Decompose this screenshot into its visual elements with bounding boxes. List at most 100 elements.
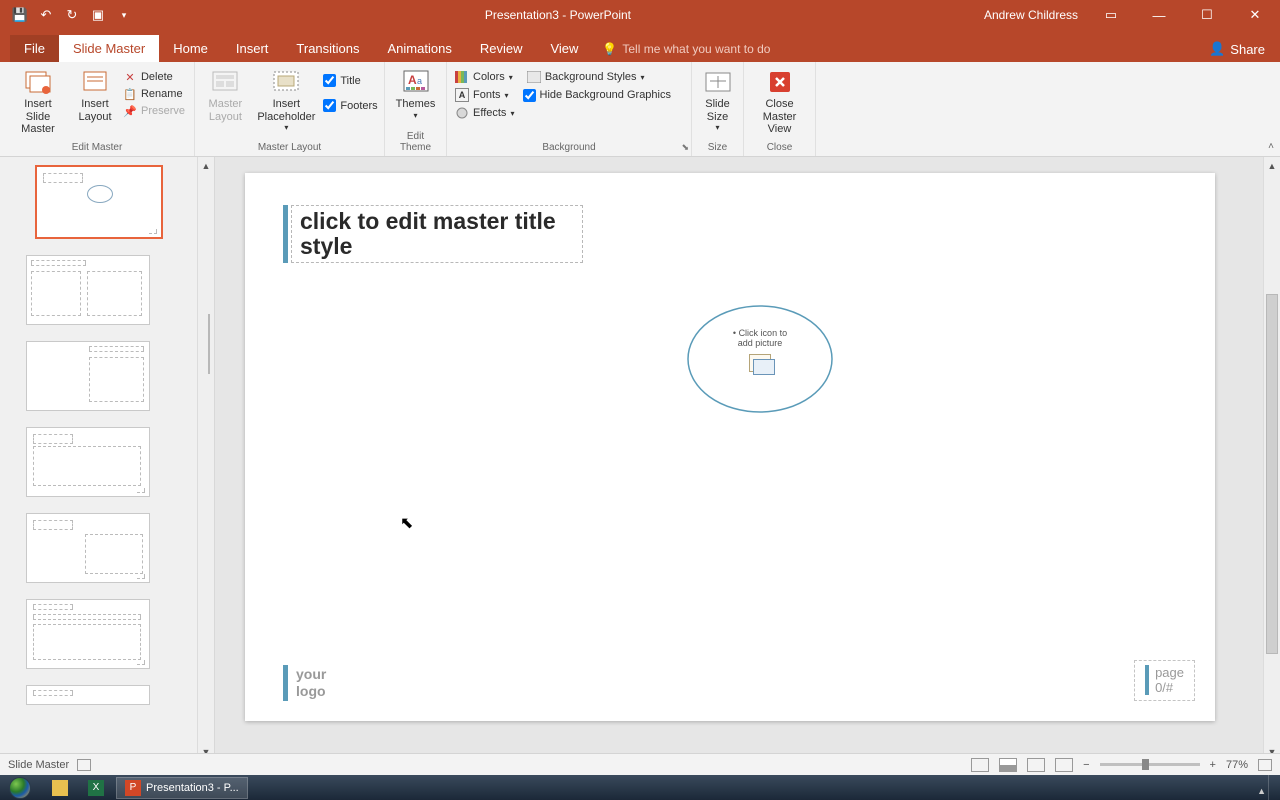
themes-button[interactable]: Aa Themes▾ (391, 66, 441, 122)
slide-sorter-view-icon[interactable] (999, 758, 1017, 772)
scroll-up-icon[interactable]: ▲ (198, 157, 214, 174)
taskbar-excel[interactable]: X (80, 777, 112, 799)
group-label-edit-master: Edit Master (8, 140, 186, 156)
insert-layout-button[interactable]: Insert Layout (73, 66, 117, 125)
ribbon-display-options-icon[interactable]: ▭ (1096, 0, 1126, 30)
insert-placeholder-icon (270, 68, 302, 96)
start-button[interactable] (0, 775, 40, 800)
reading-view-icon[interactable] (1027, 758, 1045, 772)
tab-file[interactable]: File (10, 35, 59, 62)
slide-master-thumbnail[interactable] (35, 165, 163, 239)
tab-animations[interactable]: Animations (374, 35, 466, 62)
page-number-placeholder[interactable]: page0/# (1134, 660, 1195, 701)
tab-review[interactable]: Review (466, 35, 537, 62)
powerpoint-icon: P (125, 780, 141, 796)
background-styles-icon (527, 70, 541, 84)
show-desktop-button[interactable] (1268, 775, 1280, 800)
collapse-ribbon-icon[interactable]: ˄ (1268, 141, 1274, 152)
layout-thumbnail[interactable] (26, 341, 150, 411)
svg-text:A: A (408, 73, 417, 87)
insert-placeholder-button[interactable]: Insert Placeholder▾ (255, 66, 317, 134)
page-accent-bar (1145, 665, 1149, 695)
preserve-button[interactable]: 📌Preserve (123, 104, 185, 118)
logo-placeholder[interactable]: yourlogo (283, 665, 326, 701)
background-launcher-icon[interactable]: ⬊ (681, 142, 689, 153)
scroll-thumb[interactable] (1266, 294, 1278, 654)
themes-icon: Aa (400, 68, 432, 96)
tell-me-search[interactable]: 💡 Tell me what you want to do (592, 36, 780, 62)
rename-button[interactable]: 📋Rename (123, 87, 185, 101)
zoom-level[interactable]: 77% (1226, 759, 1248, 771)
picture-placeholder[interactable]: • Click icon to add picture (685, 303, 835, 415)
zoom-in-icon[interactable]: + (1210, 759, 1216, 771)
slide-master-canvas[interactable]: click to edit master title style • Click… (245, 173, 1215, 721)
notes-icon[interactable] (77, 759, 91, 771)
group-label-master-layout: Master Layout (203, 140, 376, 156)
slide-canvas-area[interactable]: click to edit master title style • Click… (215, 157, 1280, 760)
lightbulb-icon: 💡 (602, 42, 617, 56)
footers-checkbox[interactable]: Footers (323, 99, 377, 112)
slide-size-button[interactable]: Slide Size▾ (697, 66, 739, 134)
close-master-view-icon (764, 68, 796, 96)
thumbnail-scrollbar[interactable]: ▲ ▼ (197, 157, 214, 760)
tab-home[interactable]: Home (159, 35, 222, 62)
start-from-beginning-icon[interactable]: ▣ (90, 7, 106, 23)
delete-icon: ✕ (123, 70, 137, 84)
background-styles-button[interactable]: Background Styles▾ (527, 70, 645, 84)
title-accent-bar (283, 205, 288, 263)
zoom-out-icon[interactable]: − (1083, 759, 1089, 771)
colors-button[interactable]: Colors▾ (455, 70, 513, 84)
account-user[interactable]: Andrew Childress (984, 8, 1078, 22)
taskbar-powerpoint[interactable]: P Presentation3 - P... (116, 777, 248, 799)
share-label: Share (1230, 42, 1265, 57)
qat-customize-icon[interactable]: ▾ (116, 7, 132, 23)
minimize-icon[interactable]: — (1144, 0, 1174, 30)
tab-view[interactable]: View (536, 35, 592, 62)
taskbar-powerpoint-label: Presentation3 - P... (146, 782, 239, 794)
show-hidden-icons-icon[interactable]: ▲ (1257, 786, 1266, 796)
undo-icon[interactable]: ↶ (38, 7, 54, 23)
svg-text:a: a (417, 76, 422, 86)
fonts-button[interactable]: AFonts▾ (455, 88, 509, 102)
close-icon[interactable]: ✕ (1240, 0, 1270, 30)
layout-thumbnail[interactable] (26, 685, 150, 705)
normal-view-icon[interactable] (971, 758, 989, 772)
layout-thumbnail[interactable] (26, 255, 150, 325)
insert-slide-master-button[interactable]: Insert Slide Master (9, 66, 67, 138)
maximize-icon[interactable]: ☐ (1192, 0, 1222, 30)
status-mode: Slide Master (8, 759, 69, 771)
hide-background-graphics-checkbox[interactable]: Hide Background Graphics (523, 88, 671, 102)
windows-logo-icon (9, 777, 31, 799)
fit-to-window-icon[interactable] (1258, 759, 1272, 771)
layout-thumbnail[interactable] (26, 427, 150, 497)
save-icon[interactable]: 💾 (12, 7, 28, 23)
ribbon-tabs: File Slide Master Home Insert Transition… (0, 30, 1280, 62)
taskbar-file-explorer[interactable] (44, 777, 76, 799)
tab-slide-master[interactable]: Slide Master (59, 35, 159, 62)
group-label-size: Size (700, 140, 735, 156)
layout-thumbnail[interactable] (26, 513, 150, 583)
layout-thumbnail[interactable] (26, 599, 150, 669)
excel-icon: X (88, 780, 104, 796)
scroll-thumb[interactable] (208, 314, 210, 374)
effects-button[interactable]: Effects▾ (455, 106, 514, 120)
canvas-scrollbar[interactable]: ▲ ▼ (1263, 157, 1280, 760)
slideshow-view-icon[interactable] (1055, 758, 1073, 772)
fonts-icon: A (455, 88, 469, 102)
insert-picture-icon[interactable] (749, 354, 771, 372)
tell-me-placeholder: Tell me what you want to do (622, 42, 770, 56)
redo-icon[interactable]: ↻ (64, 7, 80, 23)
master-layout-icon (209, 68, 241, 96)
tab-insert[interactable]: Insert (222, 35, 283, 62)
title-placeholder[interactable]: click to edit master title style (291, 205, 583, 263)
insert-layout-icon (79, 68, 111, 96)
title-checkbox[interactable]: Title (323, 74, 377, 87)
close-master-view-button[interactable]: Close Master View (749, 66, 811, 138)
delete-button[interactable]: ✕Delete (123, 70, 185, 84)
tab-transitions[interactable]: Transitions (282, 35, 373, 62)
scroll-up-icon[interactable]: ▲ (1264, 157, 1280, 174)
zoom-slider[interactable] (1100, 763, 1200, 766)
share-button[interactable]: 👤 Share (1194, 36, 1280, 62)
rename-icon: 📋 (123, 87, 137, 101)
thumbnail-pane: ▲ ▼ (0, 157, 215, 760)
